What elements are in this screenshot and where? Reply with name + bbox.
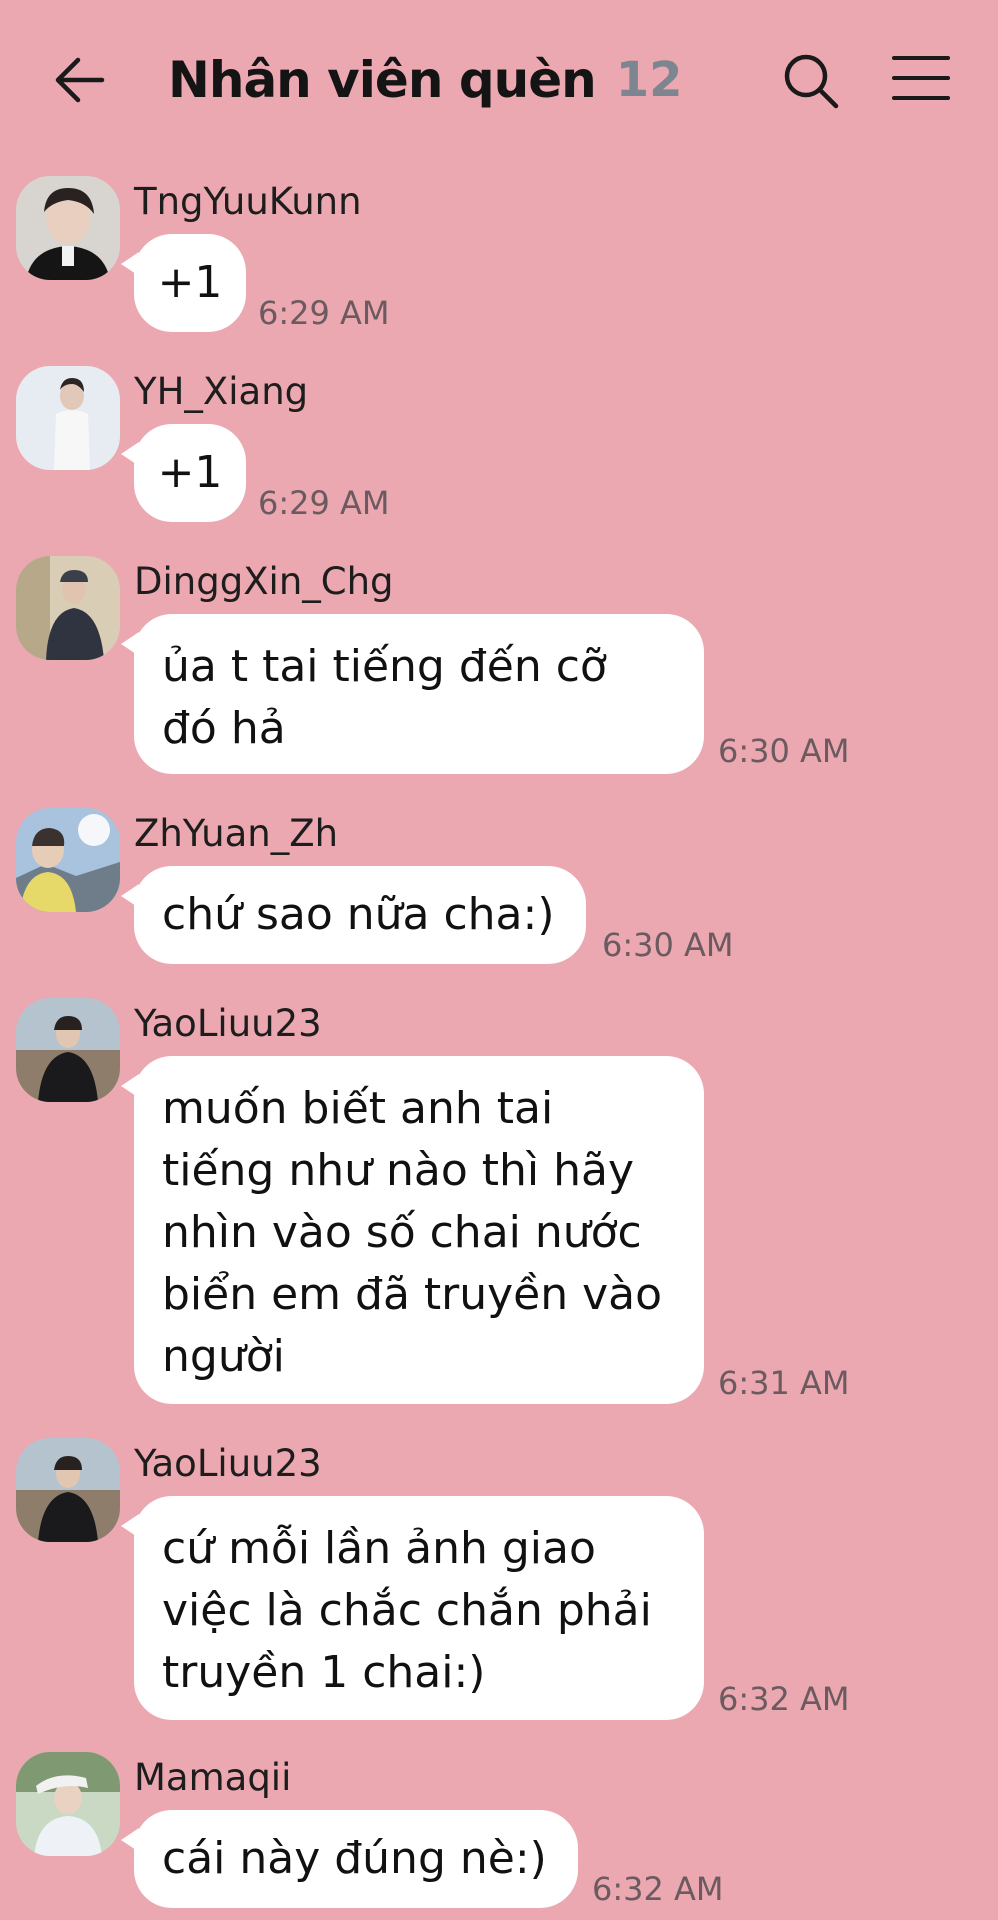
message-bubble[interactable]: chứ sao nữa cha:) xyxy=(121,866,586,964)
avatar[interactable] xyxy=(16,998,120,1102)
avatar[interactable] xyxy=(16,366,120,470)
hamburger-menu-icon xyxy=(892,56,950,100)
sender-name: YaoLiuu23 xyxy=(134,1442,322,1485)
menu-button[interactable] xyxy=(890,52,952,104)
avatar[interactable] xyxy=(16,556,120,660)
message-text-line: biển em đã truyền vào xyxy=(162,1269,663,1320)
avatar[interactable] xyxy=(16,1752,120,1856)
message-text-line: truyền 1 chai:) xyxy=(162,1647,486,1698)
message-text-line: muốn biết anh tai xyxy=(162,1083,554,1134)
message-text-line: tiếng như nào thì hãy xyxy=(162,1145,634,1196)
message-text-line: nhìn vào số chai nước xyxy=(162,1207,642,1258)
message-bubble[interactable]: +1 xyxy=(121,424,246,522)
member-count: 12 xyxy=(615,52,683,108)
message-text-line: việc là chắc chắn phải xyxy=(162,1585,652,1636)
avatar-photo-icon xyxy=(16,366,120,470)
message-text-line: đó hả xyxy=(162,703,286,754)
message-time: 6:32 AM xyxy=(592,1870,724,1908)
message-text-line: ủa t tai tiếng đến cỡ xyxy=(162,641,607,692)
group-title: Nhân viên quèn xyxy=(168,51,597,109)
back-button[interactable] xyxy=(50,50,110,110)
avatar-photo-icon xyxy=(16,998,120,1102)
sender-name: ZhYuan_Zh xyxy=(134,812,339,855)
avatar[interactable] xyxy=(16,176,120,280)
message-time: 6:29 AM xyxy=(258,484,390,522)
message-bubble[interactable]: cứ mỗi lần ảnh giao việc là chắc chắn ph… xyxy=(121,1496,704,1720)
message-text: +1 xyxy=(157,447,223,498)
avatar-photo-icon xyxy=(16,808,120,912)
message-text-line: người xyxy=(162,1331,285,1382)
message-time: 6:30 AM xyxy=(602,926,734,964)
sender-name: Mamaqii xyxy=(134,1756,292,1799)
message-text: chứ sao nữa cha:) xyxy=(162,889,555,940)
avatar-photo-icon xyxy=(16,556,120,660)
avatar[interactable] xyxy=(16,1438,120,1542)
chat-header: Nhân viên quèn 12 xyxy=(0,0,998,160)
avatar[interactable] xyxy=(16,808,120,912)
avatar-photo-icon xyxy=(16,176,120,280)
sender-name: DinggXin_Chg xyxy=(134,560,394,603)
search-button[interactable] xyxy=(780,50,842,112)
arrow-left-icon xyxy=(55,57,105,103)
message-text: +1 xyxy=(157,257,223,308)
message-time: 6:32 AM xyxy=(718,1680,850,1718)
avatar-photo-icon xyxy=(16,1438,120,1542)
message-bubble[interactable]: +1 xyxy=(121,234,246,332)
message-time: 6:30 AM xyxy=(718,732,850,770)
message-bubble[interactable]: cái này đúng nè:) xyxy=(121,1810,578,1908)
message-bubble[interactable]: muốn biết anh tai tiếng như nào thì hãy … xyxy=(121,1056,704,1404)
search-icon xyxy=(784,54,839,109)
group-title-area[interactable]: Nhân viên quèn 12 xyxy=(168,44,683,116)
sender-name: YaoLiuu23 xyxy=(134,1002,322,1045)
message-time: 6:31 AM xyxy=(718,1364,850,1402)
message-text-line: cứ mỗi lần ảnh giao xyxy=(162,1523,596,1574)
message-time: 6:29 AM xyxy=(258,294,390,332)
avatar-photo-icon xyxy=(16,1752,120,1856)
sender-name: YH_Xiang xyxy=(134,370,309,413)
sender-name: TngYuuKunn xyxy=(134,180,362,223)
message-text: cái này đúng nè:) xyxy=(162,1833,547,1884)
message-bubble[interactable]: ủa t tai tiếng đến cỡ đó hả xyxy=(121,614,704,774)
